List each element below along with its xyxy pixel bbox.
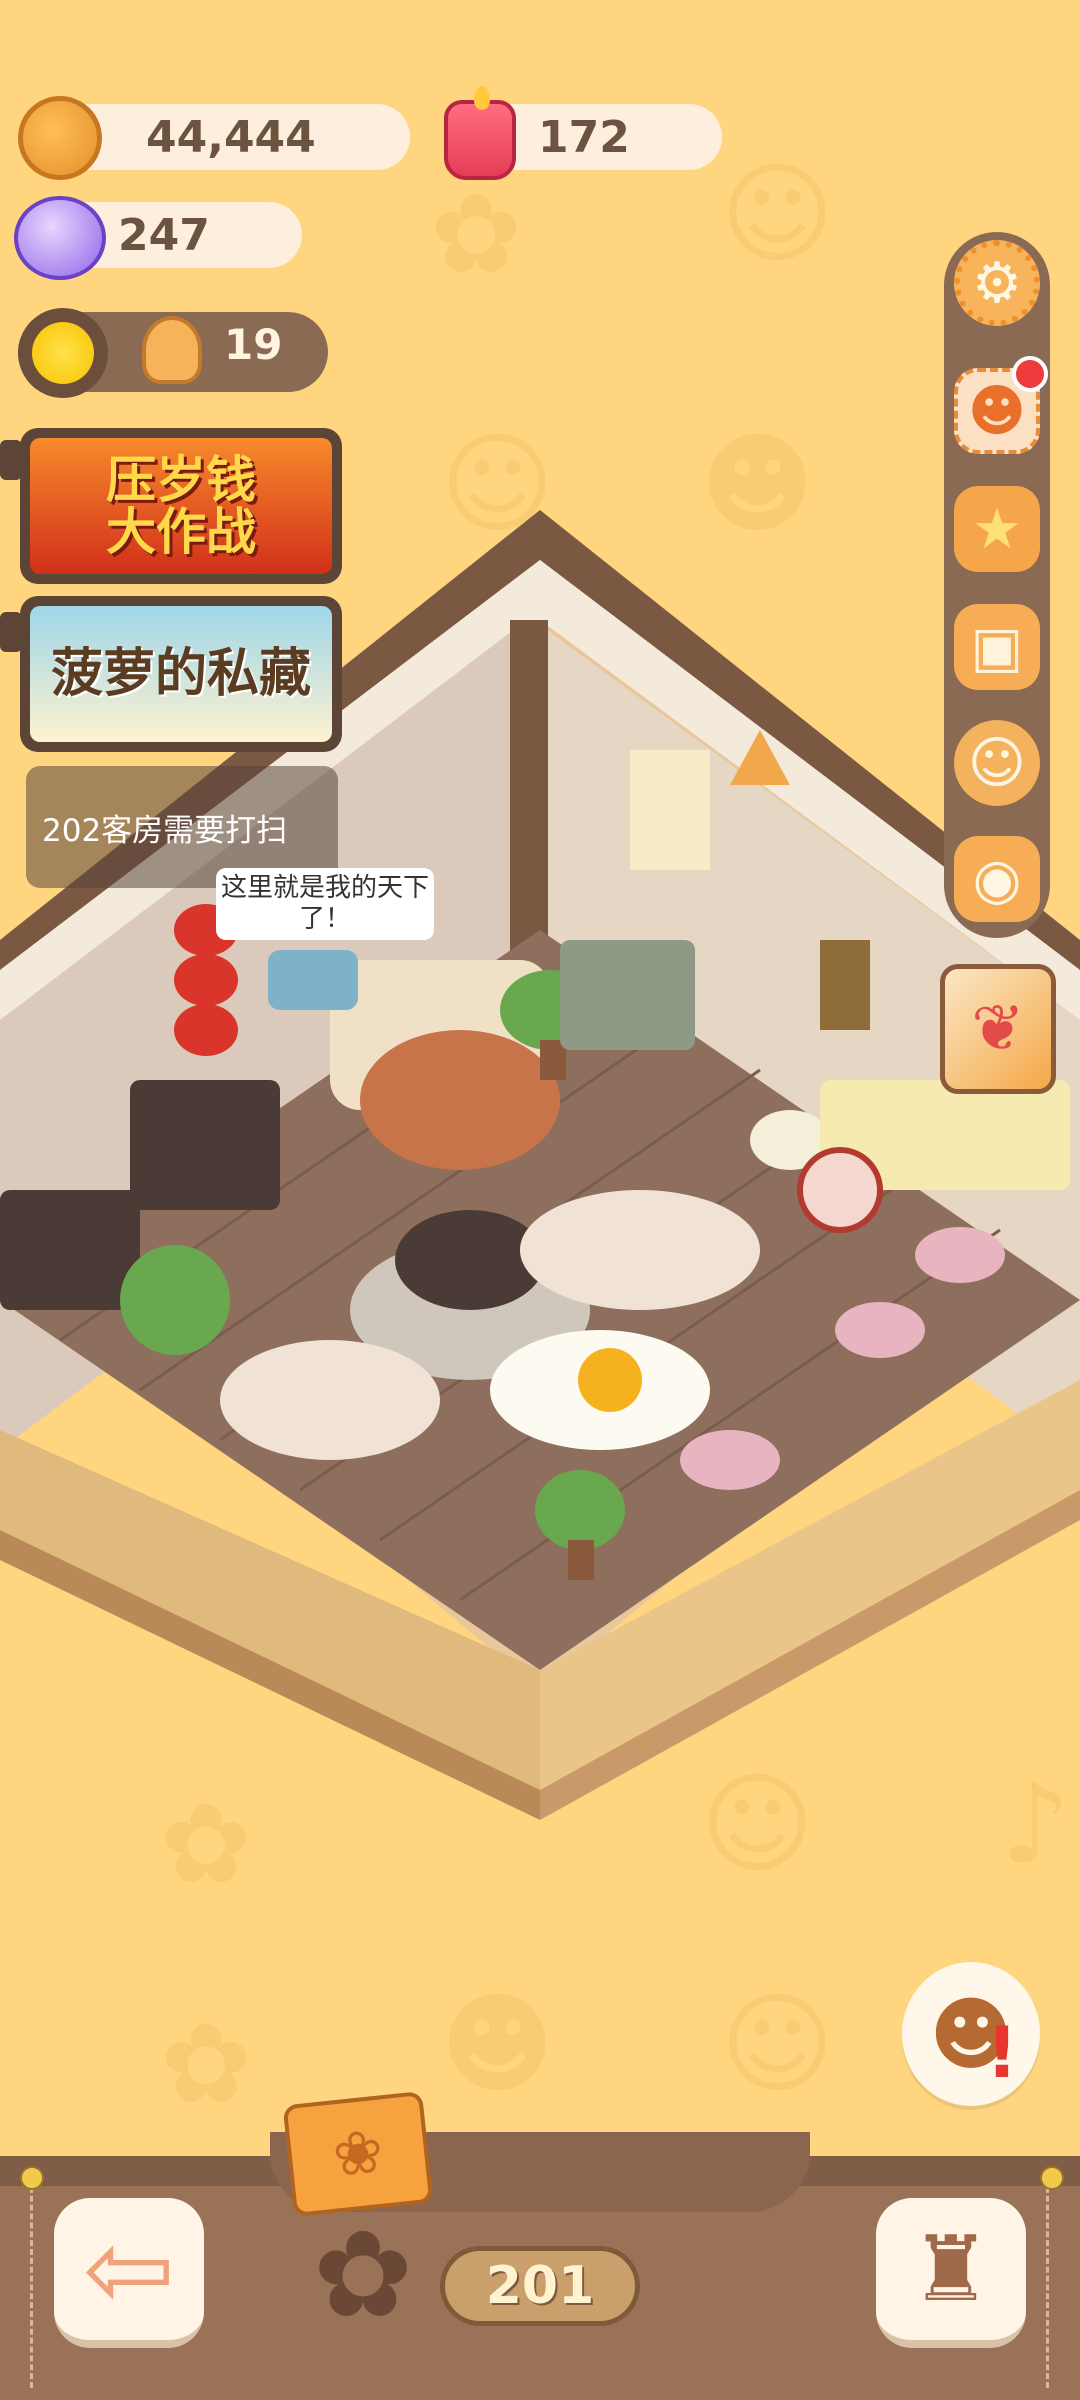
notice-board-icon: ☻	[967, 378, 1027, 444]
furniture-button[interactable]: ♜	[876, 2198, 1026, 2348]
candle-flame-icon	[474, 86, 490, 110]
banner-post	[0, 440, 22, 480]
gift-basket-button[interactable]: ❦	[940, 964, 1056, 1094]
shop-star-icon: ★	[971, 496, 1023, 562]
shop-button[interactable]: ★	[954, 486, 1040, 572]
backpack-icon: ▣	[970, 614, 1024, 680]
rivet-icon	[20, 2166, 44, 2190]
speech-bubble: 这里就是我的天下了！	[216, 868, 434, 940]
gingerbread-count: 19	[224, 320, 283, 369]
flower-icon[interactable]: ✿	[306, 2216, 420, 2336]
settings-button[interactable]: ⚙	[954, 240, 1040, 326]
sun-icon	[18, 308, 108, 398]
candle-icon	[444, 100, 516, 180]
gingerbread-icon	[142, 316, 202, 384]
gift-basket-icon: ❦	[971, 992, 1025, 1066]
banner-title-line2: 大作战	[106, 503, 256, 561]
event-banner-pineapple-stash[interactable]: 菠萝的私藏	[20, 596, 342, 752]
notification-dot	[1012, 356, 1048, 392]
event-banner-lucky-money[interactable]: 压岁钱 大作战	[20, 428, 342, 584]
armchair-icon: ♜	[910, 2216, 992, 2322]
banner-title: 菠萝的私藏	[50, 643, 311, 704]
back-arrow-icon: ⇦	[82, 2205, 176, 2333]
gear-icon: ⚙	[971, 250, 1023, 316]
gem-icon	[14, 196, 106, 280]
guest-book-icon: ❀	[329, 2116, 387, 2192]
rivet-icon	[1040, 2166, 1064, 2190]
banner-title-line1: 压岁钱	[106, 450, 256, 509]
banner-post	[0, 612, 22, 652]
floor-number: 201	[485, 2256, 595, 2316]
camera-button[interactable]: ◉	[954, 836, 1040, 922]
back-button[interactable]: ⇦	[54, 2198, 204, 2348]
guest-book-button[interactable]: ❀	[282, 2090, 434, 2218]
cookie-icon	[18, 96, 102, 180]
friends-button[interactable]: ☺	[954, 720, 1040, 806]
friends-icon: ☺	[967, 730, 1027, 796]
stitch-decoration	[30, 2178, 37, 2388]
camera-icon: ◉	[972, 846, 1022, 912]
alert-icon: !	[986, 2012, 1018, 2094]
quest-text: 202客房需要打扫	[42, 812, 288, 849]
side-menu	[944, 232, 1050, 938]
backpack-button[interactable]: ▣	[954, 604, 1040, 690]
floor-number-plate[interactable]: 201	[440, 2246, 640, 2326]
stitch-decoration	[1046, 2178, 1053, 2388]
